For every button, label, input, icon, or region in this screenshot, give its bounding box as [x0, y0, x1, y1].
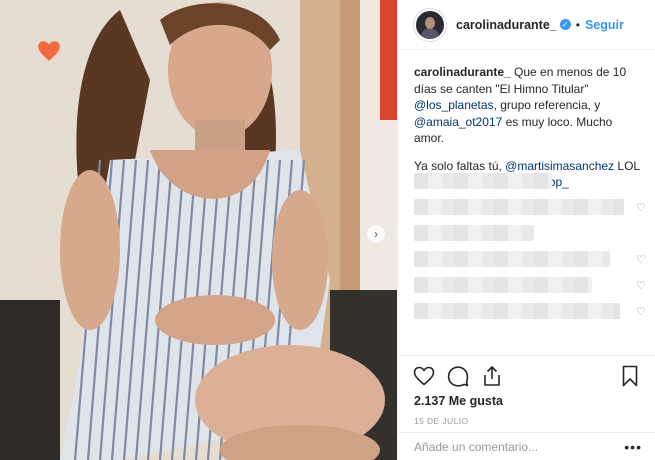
- heart-outline-icon[interactable]: ♡: [636, 253, 646, 266]
- share-icon: [484, 366, 500, 386]
- blurred-comment: [414, 303, 620, 319]
- heart-sticker-icon: [36, 38, 62, 64]
- comment-input[interactable]: [414, 439, 614, 454]
- heart-outline-icon[interactable]: ♡: [636, 201, 646, 214]
- blurred-comment: [414, 173, 552, 189]
- like-button[interactable]: [412, 364, 436, 388]
- comment-button[interactable]: [446, 364, 470, 388]
- bookmark-icon: [622, 365, 638, 387]
- comment-bubble-icon: [447, 366, 469, 387]
- post-photo: [0, 0, 397, 460]
- comment-row: [414, 220, 646, 246]
- post-header: carolinadurante_ ✓ • Seguir: [398, 0, 655, 50]
- comment-row: ♡: [414, 194, 646, 220]
- follow-button[interactable]: Seguir: [585, 18, 624, 32]
- post-sidebar: carolinadurante_ ✓ • Seguir carolinadura…: [397, 0, 655, 460]
- verified-badge-icon: ✓: [559, 19, 571, 30]
- comment-row: [414, 168, 646, 194]
- mention-link[interactable]: @amaia_ot2017: [414, 115, 502, 129]
- heart-outline-icon[interactable]: ♡: [636, 279, 646, 292]
- comment-row: ♡: [414, 298, 646, 324]
- heart-outline-icon: [413, 366, 435, 386]
- heart-outline-icon[interactable]: ♡: [636, 305, 646, 318]
- comments-list: ♡ ♡ ♡ ♡: [414, 168, 646, 324]
- blurred-comment: [414, 251, 610, 267]
- avatar[interactable]: [414, 8, 446, 41]
- post-media[interactable]: ›: [0, 0, 397, 460]
- blurred-comment: [414, 277, 592, 293]
- mention-link[interactable]: @los_planetas: [414, 98, 494, 112]
- caption-text: , grupo referencia, y: [493, 98, 601, 112]
- instagram-post: › carolinadurante_ ✓ • Seguir carolinadu…: [0, 0, 655, 460]
- next-media-button[interactable]: ›: [366, 224, 386, 244]
- add-comment-bar: •••: [398, 432, 655, 460]
- blurred-comment: [414, 225, 534, 241]
- save-button[interactable]: [618, 364, 642, 388]
- comment-row: ♡: [414, 246, 646, 272]
- separator-dot: •: [575, 17, 580, 32]
- username-link[interactable]: carolinadurante_: [456, 18, 557, 32]
- caption-username[interactable]: carolinadurante_: [414, 65, 511, 79]
- blurred-comment: [414, 199, 624, 215]
- chevron-right-icon: ›: [374, 227, 378, 241]
- comment-row: ♡: [414, 272, 646, 298]
- post-date: 15 DE JULIO: [414, 416, 469, 426]
- likes-count[interactable]: 2.137 Me gusta: [414, 394, 503, 408]
- share-button[interactable]: [480, 364, 504, 388]
- more-options-button[interactable]: •••: [624, 439, 642, 455]
